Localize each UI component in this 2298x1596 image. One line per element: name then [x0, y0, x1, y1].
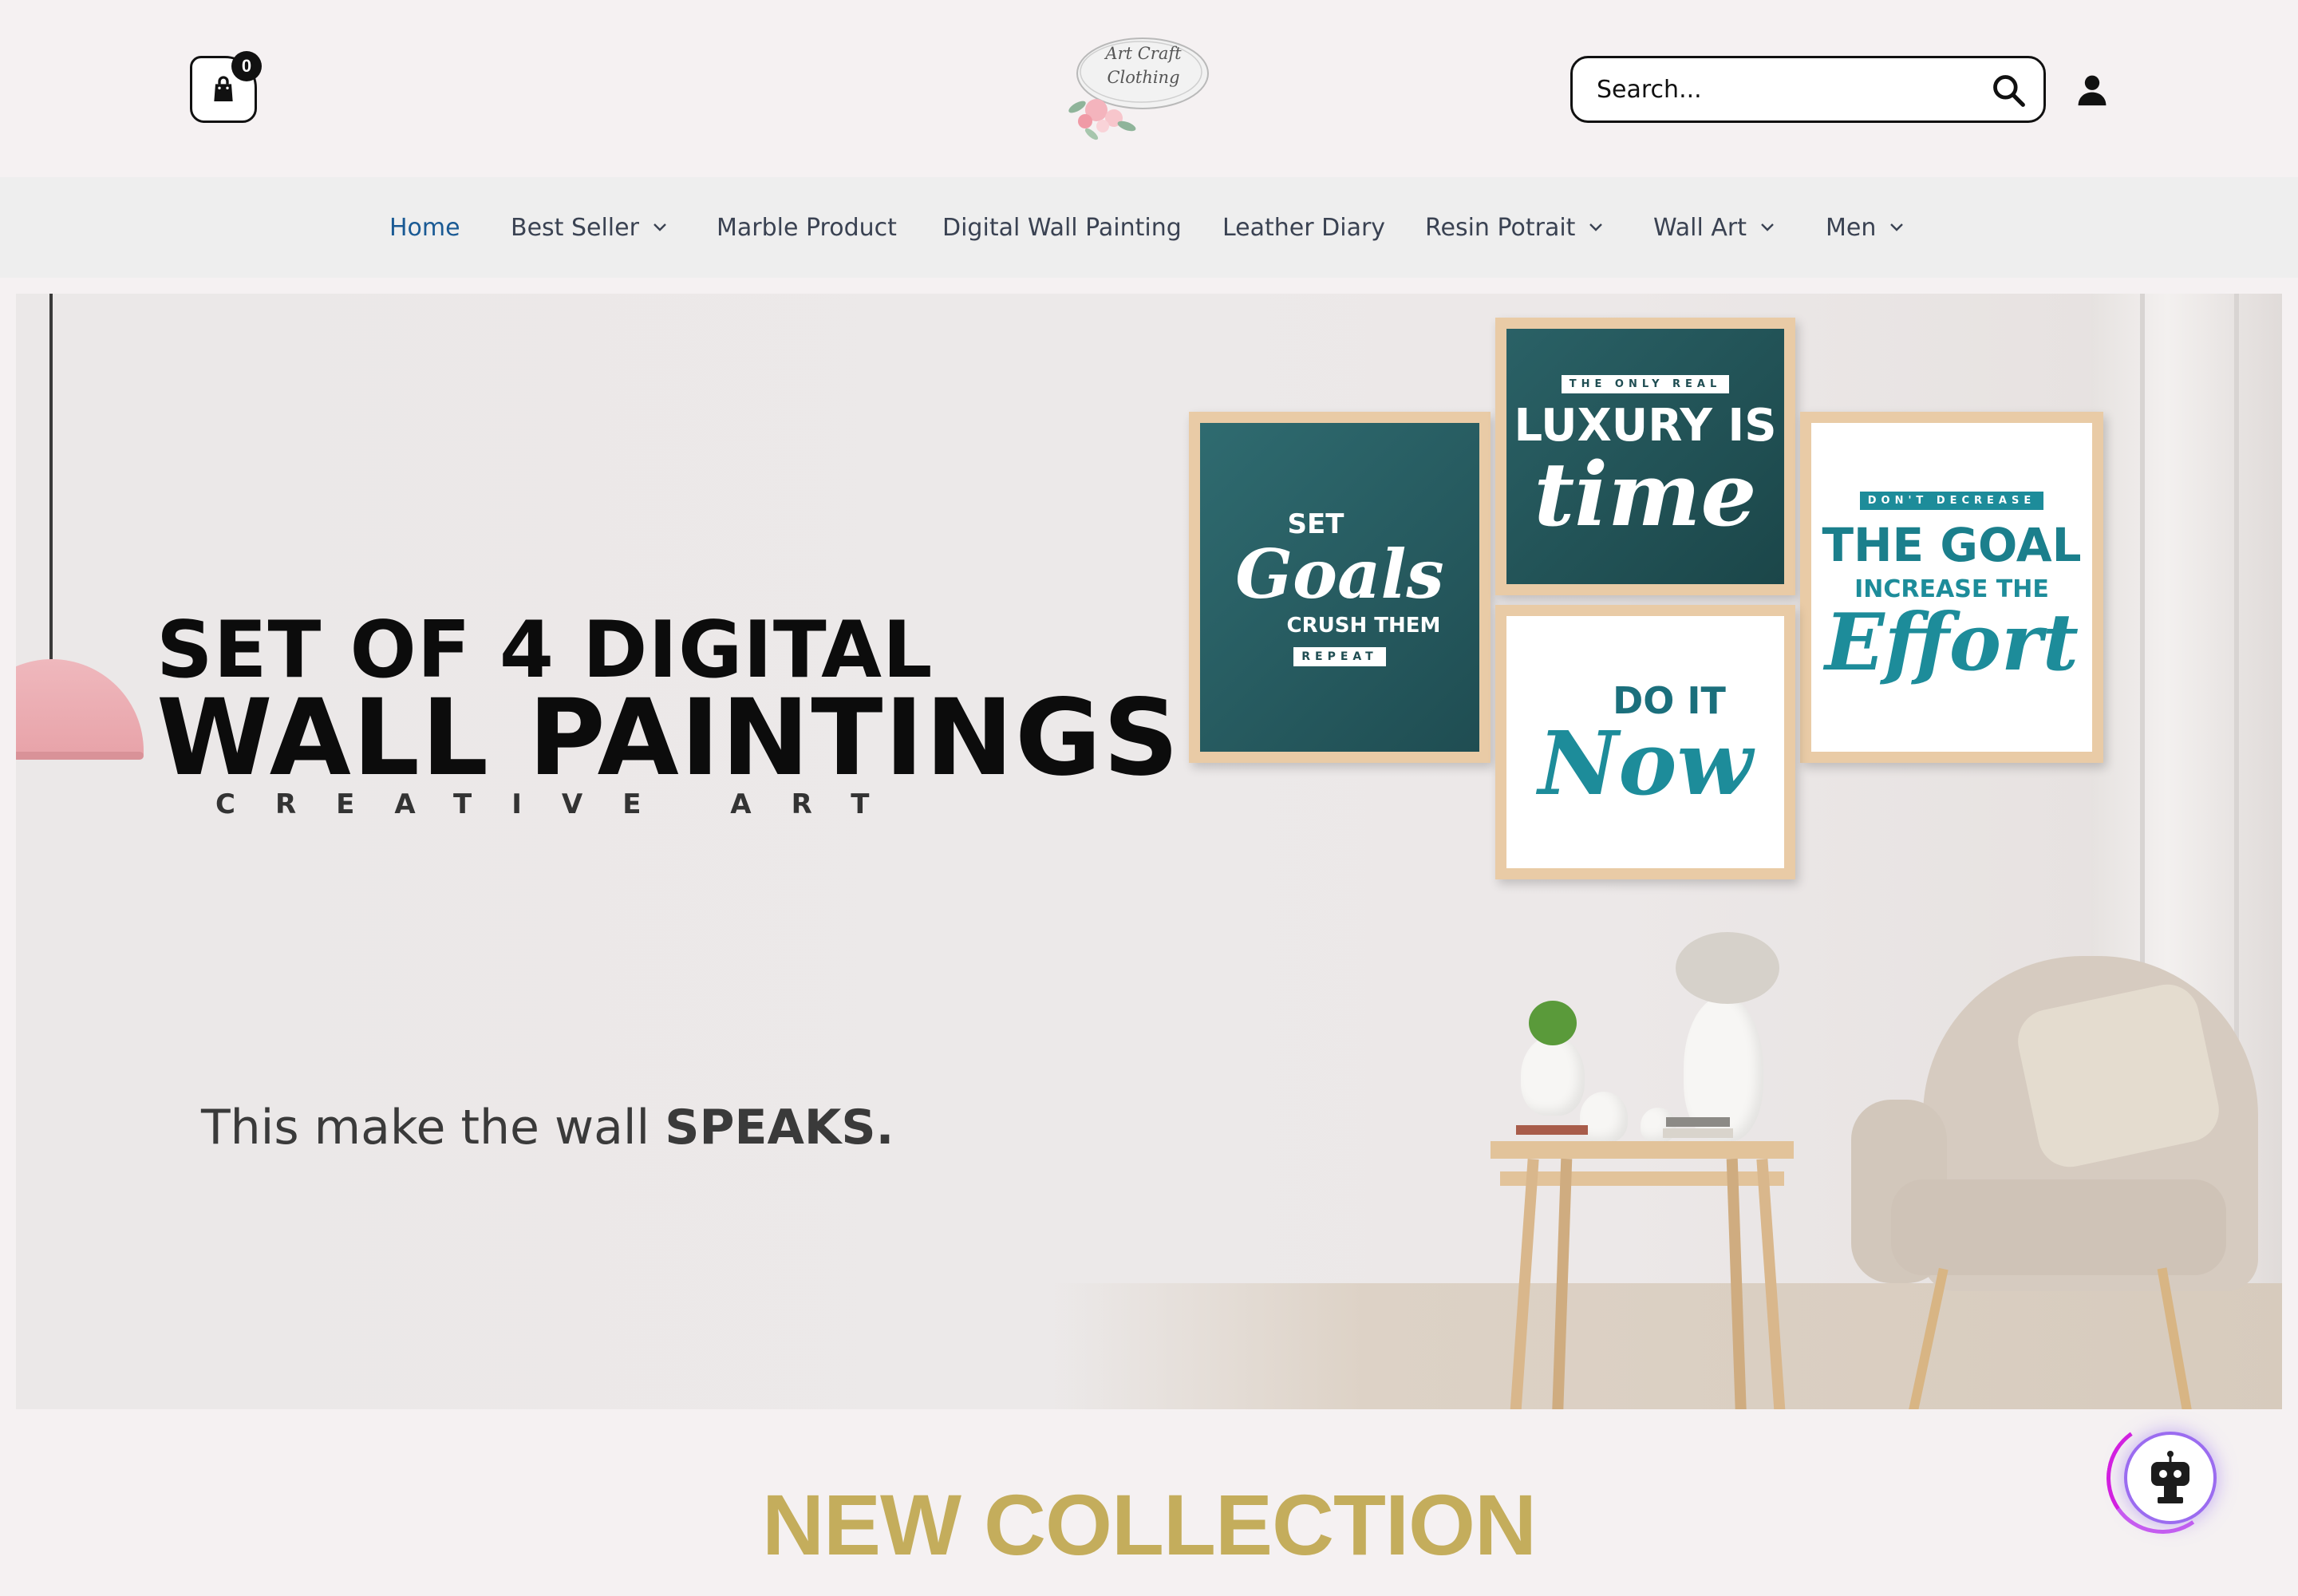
main-navigation: Home Best Seller Marble Product Digital …	[0, 177, 2298, 278]
frame-text: DON'T DECREASE	[1859, 492, 2044, 510]
chevron-down-icon	[1761, 223, 1774, 231]
chevron-down-icon	[1890, 223, 1904, 231]
wall-frame-goals: SET Goals CRUSH THEM REPEAT	[1189, 412, 1491, 763]
logo-line2: Clothing	[1107, 68, 1180, 87]
floor	[1053, 1283, 2282, 1409]
nav-item-best-seller[interactable]: Best Seller	[511, 177, 668, 278]
frame-script: time	[1534, 443, 1757, 546]
nav-item-label: Wall Art	[1653, 213, 1747, 242]
nav-item-label: Digital Wall Painting	[942, 213, 1182, 242]
nav-item-label: Best Seller	[511, 213, 639, 242]
nav-item-label: Resin Potrait	[1425, 213, 1576, 242]
search-input[interactable]	[1597, 58, 1980, 120]
frame-poster: DON'T DECREASE THE GOAL INCREASE THE Eff…	[1811, 423, 2092, 752]
pendant-lamp	[16, 659, 144, 755]
chevron-down-icon	[1589, 223, 1603, 231]
nav-item-home[interactable]: Home	[389, 177, 460, 278]
hero-subheadline: CREATIVE ART	[215, 788, 910, 820]
wall-frame-luxury: THE ONLY REAL LUXURY IS time	[1495, 318, 1795, 595]
book	[1666, 1117, 1730, 1127]
chevron-down-icon	[653, 223, 666, 231]
frame-text: REPEAT	[1293, 647, 1386, 666]
side-table-top	[1491, 1141, 1794, 1159]
logo-text: Art Craft Clothing	[1100, 41, 1187, 89]
potted-plant	[1529, 1001, 1577, 1045]
nav-item-label: Marble Product	[717, 213, 897, 242]
plant-pot	[1521, 1036, 1585, 1116]
frame-script: Goals	[1235, 535, 1444, 614]
nav-item-wall-art[interactable]: Wall Art	[1653, 177, 1775, 278]
side-table-shelf	[1500, 1171, 1784, 1186]
nav-item-label: Men	[1826, 213, 1877, 242]
frame-poster: THE ONLY REAL LUXURY IS time	[1506, 329, 1784, 584]
hero-banner[interactable]: SET OF 4 DIGITAL WALL PAINTINGS CREATIVE…	[16, 294, 2282, 1409]
pendant-lamp-rim	[16, 752, 144, 760]
hero-tagline: This make the wall SPEAKS.	[201, 1100, 894, 1156]
lamp-cord	[49, 294, 53, 669]
chatbot-launcher[interactable]	[2097, 1412, 2228, 1543]
nav-item-digital-wall-painting[interactable]: Digital Wall Painting	[942, 177, 1182, 278]
frame-script: Effort	[1824, 597, 2079, 689]
frame-poster: SET Goals CRUSH THEM REPEAT	[1200, 423, 1479, 752]
book	[1516, 1125, 1588, 1135]
frame-text: THE ONLY REAL	[1561, 375, 1730, 393]
nav-item-label: Home	[389, 213, 460, 242]
tagline-bold: SPEAKS.	[665, 1100, 894, 1156]
frame-text: CRUSH THEM	[1286, 614, 1441, 638]
logo-line1: Art Craft	[1105, 44, 1182, 63]
nav-item-label: Leather Diary	[1222, 213, 1386, 242]
book	[1663, 1128, 1733, 1138]
armchair-seat	[1891, 1179, 2226, 1275]
nav-item-resin-potrait[interactable]: Resin Potrait	[1425, 177, 1604, 278]
search-box	[1570, 56, 2046, 123]
tagline-plain: This make the wall	[201, 1100, 665, 1156]
frame-text: THE GOAL	[1822, 518, 2082, 572]
user-icon[interactable]	[2075, 72, 2110, 107]
chatbot-icon	[2151, 1451, 2189, 1503]
dried-flowers	[1676, 932, 1779, 1004]
frame-script: Now	[1538, 712, 1753, 815]
shopping-bag-icon	[214, 76, 233, 101]
new-collection-heading: NEW COLLECTION	[762, 1476, 1537, 1573]
nav-item-leather-diary[interactable]: Leather Diary	[1222, 177, 1385, 278]
nav-item-marble-product[interactable]: Marble Product	[717, 177, 897, 278]
frame-poster: DO IT Now	[1506, 616, 1784, 868]
wall-frame-now: DO IT Now	[1495, 605, 1795, 879]
nav-item-men[interactable]: Men	[1826, 177, 1905, 278]
hero-headline-line2: WALL PAINTINGS	[156, 677, 1181, 800]
site-header: 0 Art Craft Clothing	[0, 0, 2298, 177]
small-pot	[1580, 1092, 1628, 1143]
cart-count-badge: 0	[231, 51, 262, 81]
chatbot-avatar	[2124, 1432, 2217, 1524]
search-icon[interactable]	[1991, 73, 2026, 108]
wall-frame-effort: DON'T DECREASE THE GOAL INCREASE THE Eff…	[1800, 412, 2103, 763]
